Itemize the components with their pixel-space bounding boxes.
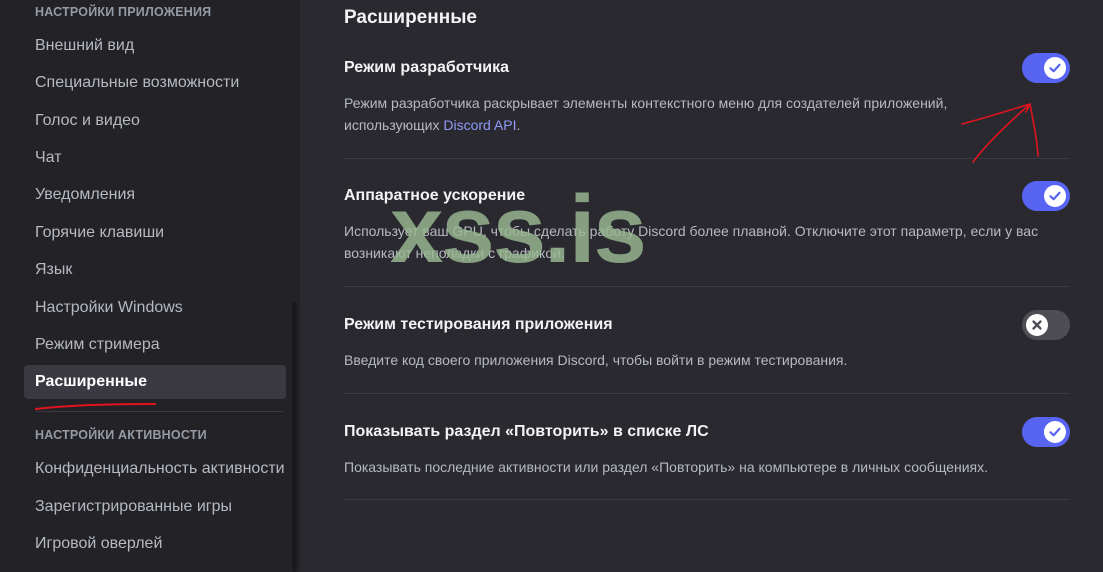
sidebar-item-advanced[interactable]: Расширенные <box>24 365 286 399</box>
settings-content: Расширенные Режим разработчика Режим раз… <box>300 0 1103 572</box>
section-header-activity-settings: Настройки активности <box>35 428 207 442</box>
check-icon <box>1044 421 1066 443</box>
hardware-acceleration-toggle[interactable] <box>1022 181 1070 211</box>
setting-divider <box>344 286 1070 287</box>
discord-api-link[interactable]: Discord API <box>443 117 516 133</box>
setting-title: Аппаратное ускорение <box>344 187 526 204</box>
setting-divider <box>344 499 1070 500</box>
app-test-mode-toggle[interactable] <box>1022 310 1070 340</box>
setting-title: Режим тестирования приложения <box>344 316 613 333</box>
sidebar-item-appearance[interactable]: Внешний вид <box>24 29 286 63</box>
developer-mode-toggle[interactable] <box>1022 53 1070 83</box>
sidebar-divider <box>35 411 283 412</box>
sidebar-item-language[interactable]: Язык <box>24 253 286 287</box>
sidebar-item-streamer-mode[interactable]: Режим стримера <box>24 328 286 362</box>
setting-app-test-mode: Режим тестирования приложения Введите ко… <box>344 310 1070 370</box>
sidebar-item-keybinds[interactable]: Горячие клавиши <box>24 216 286 250</box>
setting-developer-mode: Режим разработчика Режим разработчика ра… <box>344 53 1070 133</box>
sidebar-item-voice-video[interactable]: Голос и видео <box>24 104 286 138</box>
show-replay-toggle[interactable] <box>1022 417 1070 447</box>
page-title: Расширенные <box>344 7 477 28</box>
sidebar-item-chat[interactable]: Чат <box>24 141 286 175</box>
sidebar-item-windows-settings[interactable]: Настройки Windows <box>24 291 286 325</box>
sidebar-item-activity-privacy[interactable]: Конфиденциальность активности <box>24 452 286 486</box>
x-icon <box>1026 314 1048 336</box>
sidebar-nav: Настройки приложения Внешний вид Специал… <box>24 0 286 572</box>
setting-title: Показывать раздел «Повторить» в списке Л… <box>344 423 709 440</box>
setting-description: Введите код своего приложения Discord, ч… <box>344 352 848 368</box>
sidebar-item-game-overlay[interactable]: Игровой оверлей <box>24 527 286 561</box>
setting-title: Режим разработчика <box>344 59 510 76</box>
sidebar-item-accessibility[interactable]: Специальные возможности <box>24 66 286 100</box>
setting-description: Показывать последние активности или разд… <box>344 459 988 475</box>
setting-description: Режим разработчика раскрывает элементы к… <box>344 92 1004 136</box>
setting-show-replay-dm: Показывать раздел «Повторить» в списке Л… <box>344 417 1070 477</box>
description-text: Режим разработчика раскрывает элементы к… <box>344 95 948 133</box>
sidebar-scrollbar[interactable] <box>292 302 297 572</box>
section-header-app-settings: Настройки приложения <box>35 5 212 19</box>
setting-divider <box>344 393 1070 394</box>
check-icon <box>1044 57 1066 79</box>
settings-sidebar: Настройки приложения Внешний вид Специал… <box>0 0 300 572</box>
setting-description: Использует ваш GPU, чтобы сделать работу… <box>344 223 1039 261</box>
sidebar-item-registered-games[interactable]: Зарегистрированные игры <box>24 490 286 524</box>
sidebar-item-notifications[interactable]: Уведомления <box>24 178 286 212</box>
description-suffix: . <box>516 117 521 133</box>
setting-divider <box>344 158 1070 159</box>
setting-hardware-acceleration: Аппаратное ускорение Использует ваш GPU,… <box>344 181 1070 271</box>
check-icon <box>1044 185 1066 207</box>
